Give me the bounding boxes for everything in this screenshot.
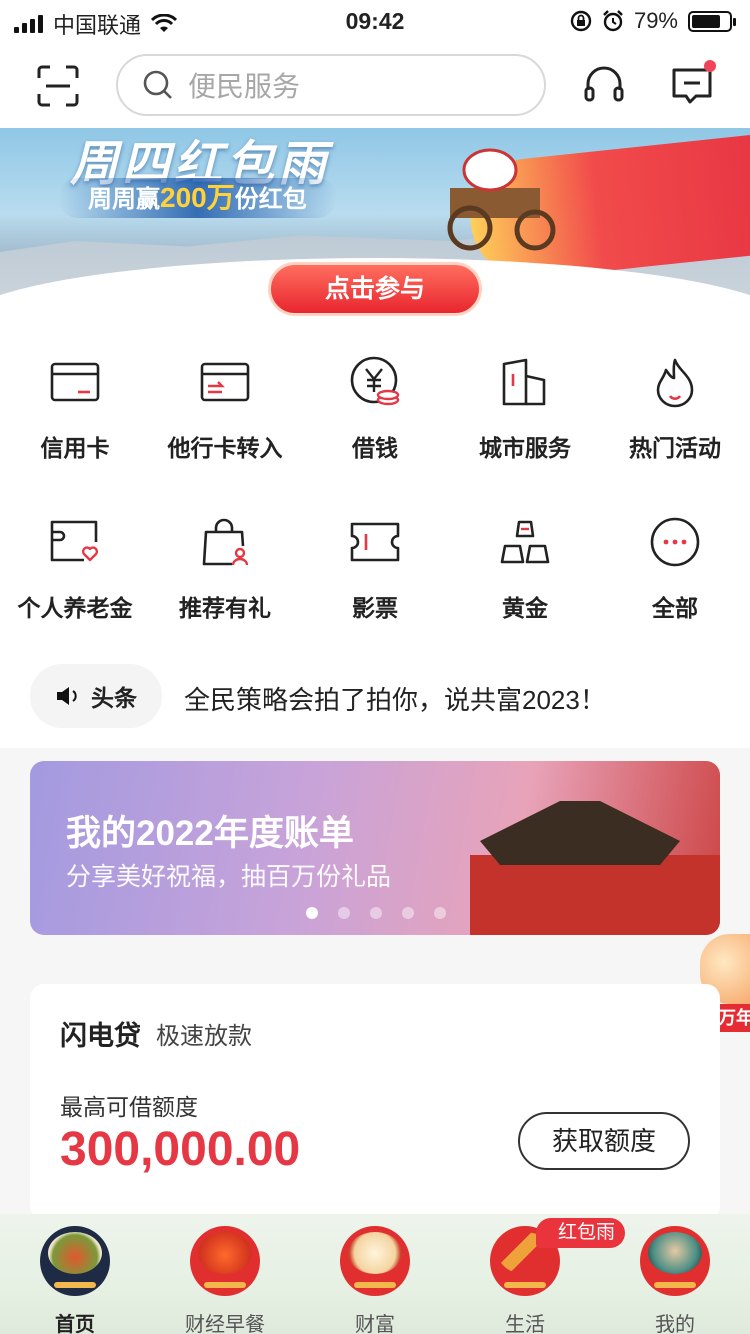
service-label: 全部 bbox=[652, 595, 698, 621]
service-label: 信用卡 bbox=[40, 435, 110, 461]
tab-finance-breakfast[interactable]: 财经早餐 bbox=[150, 1214, 300, 1334]
service-credit-card[interactable]: 信用卡 bbox=[0, 356, 150, 463]
banner-subtitle-suffix: 份红包 bbox=[234, 186, 307, 213]
service-label: 黄金 bbox=[502, 595, 548, 621]
service-hot-events[interactable]: 热门活动 bbox=[600, 356, 750, 463]
battery-percent: 79% bbox=[633, 8, 678, 33]
search-placeholder: 便民服务 bbox=[188, 71, 301, 102]
scan-icon[interactable] bbox=[36, 64, 80, 108]
flame-icon bbox=[656, 358, 694, 408]
headset-icon[interactable] bbox=[582, 64, 626, 108]
flash-loan-card: 闪电贷 极速放款 最高可借额度 300,000.00 获取额度 bbox=[30, 984, 720, 1220]
more-icon bbox=[650, 517, 700, 567]
gift-bag-icon bbox=[202, 518, 249, 566]
search-icon bbox=[143, 70, 172, 99]
persimmon-icon bbox=[190, 1226, 260, 1296]
palace-wall-illustration bbox=[470, 855, 720, 935]
message-button[interactable] bbox=[670, 60, 716, 108]
annual-bill-banner[interactable]: 我的2022年度账单 分享美好祝福，抽百万份礼品 bbox=[30, 761, 720, 935]
service-grid: 信用卡 他行卡转入 借钱 城市服务 热门活动 个人养老金 推荐有礼 影票 黄金 … bbox=[0, 318, 750, 648]
tab-home[interactable]: 首页 bbox=[0, 1214, 150, 1334]
home-bowl-icon bbox=[40, 1226, 110, 1296]
tab-label: 财富 bbox=[355, 1314, 395, 1334]
profile-figure-icon bbox=[640, 1226, 710, 1296]
tab-label: 财经早餐 bbox=[185, 1314, 265, 1334]
service-label: 城市服务 bbox=[479, 435, 571, 461]
tab-label: 我的 bbox=[655, 1314, 695, 1334]
ticket-icon bbox=[350, 522, 400, 562]
headline-bar[interactable]: 头条 全民策略会拍了拍你，说共富2023！ bbox=[0, 648, 750, 748]
headline-text: 全民策略会拍了拍你，说共富2023！ bbox=[184, 685, 606, 715]
service-borrow[interactable]: 借钱 bbox=[300, 356, 450, 463]
service-label: 个人养老金 bbox=[17, 595, 133, 621]
battery-icon bbox=[688, 10, 736, 32]
alarm-icon bbox=[603, 10, 623, 32]
service-label: 借钱 bbox=[352, 435, 398, 461]
loan-title: 闪电贷 bbox=[60, 1021, 141, 1051]
loan-amount: 300,000.00 bbox=[60, 1123, 301, 1176]
headline-tag: 头条 bbox=[30, 664, 162, 728]
card-transfer-icon bbox=[200, 362, 250, 402]
get-limit-button[interactable]: 获取额度 bbox=[518, 1112, 690, 1170]
status-right: 79% bbox=[570, 8, 736, 34]
bottom-tab-bar: 首页 财经早餐 财富 红包雨 生活 我的 bbox=[0, 1214, 750, 1334]
loan-limit-label: 最高可借额度 bbox=[60, 1094, 198, 1120]
banner-subtitle-prefix: 周周赢 bbox=[88, 186, 160, 213]
carousel-dot[interactable] bbox=[306, 907, 318, 919]
gold-bars-icon bbox=[500, 520, 550, 564]
tab-label: 首页 bbox=[55, 1314, 95, 1334]
pension-card-icon bbox=[50, 520, 99, 562]
orientation-lock-icon bbox=[570, 10, 592, 32]
service-referral[interactable]: 推荐有礼 bbox=[150, 516, 300, 623]
city-building-icon bbox=[502, 358, 546, 406]
status-bar: 中国联通 09:42 79% bbox=[0, 0, 750, 42]
promo-title: 我的2022年度账单 bbox=[66, 814, 354, 853]
banner-subtitle: 周周赢200万份红包 bbox=[58, 178, 337, 218]
banner-join-button[interactable]: 点击参与 bbox=[268, 262, 482, 316]
service-all[interactable]: 全部 bbox=[600, 516, 750, 623]
tab-label: 生活 bbox=[505, 1314, 545, 1334]
carousel-dots bbox=[306, 907, 446, 919]
palace-roof-illustration bbox=[480, 801, 680, 865]
service-label: 影票 bbox=[352, 595, 398, 621]
tab-wealth[interactable]: 财富 bbox=[300, 1214, 450, 1334]
tab-life[interactable]: 红包雨 生活 bbox=[450, 1214, 626, 1334]
promo-subtitle: 分享美好祝福，抽百万份礼品 bbox=[66, 863, 392, 891]
carousel-dot[interactable] bbox=[434, 907, 446, 919]
carousel-dot[interactable] bbox=[370, 907, 382, 919]
service-city[interactable]: 城市服务 bbox=[450, 356, 600, 463]
service-movie-ticket[interactable]: 影票 bbox=[300, 516, 450, 623]
bun-icon bbox=[340, 1226, 410, 1296]
tab-mine[interactable]: 我的 bbox=[600, 1214, 750, 1334]
speaker-icon bbox=[57, 687, 77, 705]
top-header: 便民服务 bbox=[0, 42, 750, 128]
yuan-coin-icon bbox=[350, 356, 400, 406]
service-label: 他行卡转入 bbox=[167, 435, 283, 461]
headline-tag-label: 头条 bbox=[91, 685, 137, 711]
banner-subtitle-highlight: 200万 bbox=[160, 182, 235, 213]
battery-fill bbox=[692, 14, 721, 28]
search-input[interactable]: 便民服务 bbox=[116, 54, 546, 116]
service-pension[interactable]: 个人养老金 bbox=[0, 516, 150, 623]
credit-card-icon bbox=[50, 362, 100, 402]
message-badge-dot bbox=[704, 60, 716, 72]
cart-illustration bbox=[447, 148, 556, 251]
carousel-dot[interactable] bbox=[402, 907, 414, 919]
service-label: 热门活动 bbox=[629, 435, 721, 461]
service-gold[interactable]: 黄金 bbox=[450, 516, 600, 623]
carousel-dot[interactable] bbox=[338, 907, 350, 919]
service-label: 推荐有礼 bbox=[179, 595, 271, 621]
service-card-transfer[interactable]: 他行卡转入 bbox=[150, 356, 300, 463]
loan-tagline: 极速放款 bbox=[156, 1023, 252, 1050]
